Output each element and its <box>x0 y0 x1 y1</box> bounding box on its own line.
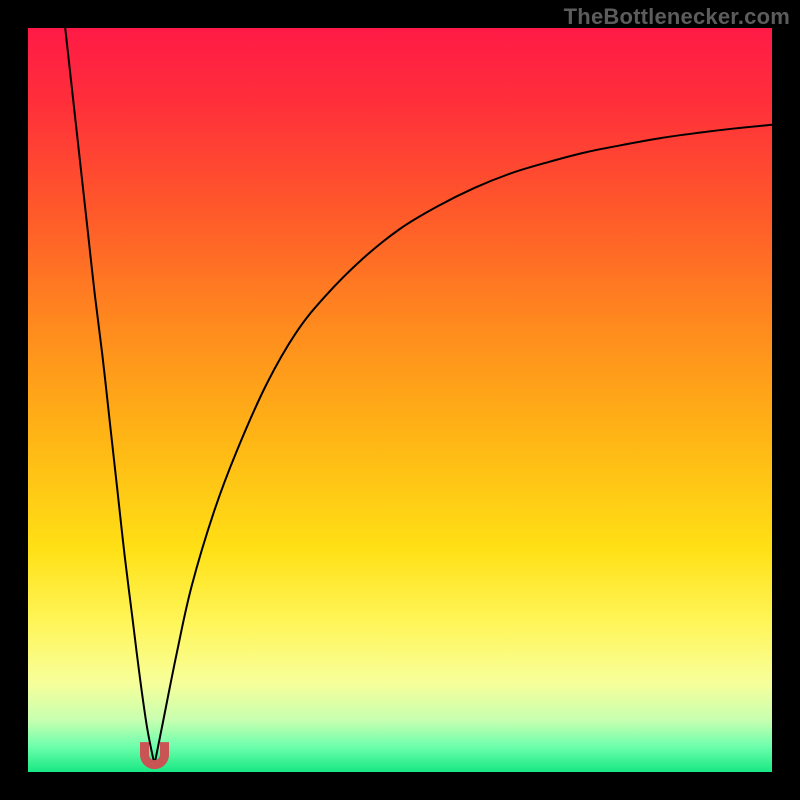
bottleneck-curve <box>28 28 772 772</box>
chart-frame: TheBottlenecker.com <box>0 0 800 800</box>
curve-right-branch <box>154 125 772 765</box>
min-marker <box>141 743 169 769</box>
watermark-text: TheBottlenecker.com <box>564 4 790 30</box>
curve-left-branch <box>65 28 154 765</box>
